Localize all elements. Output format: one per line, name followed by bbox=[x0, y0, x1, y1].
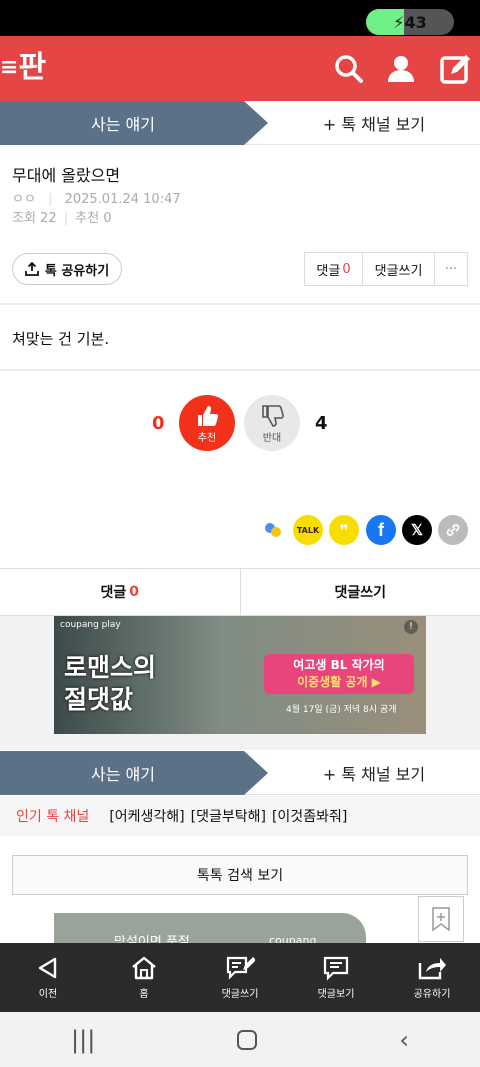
kakaotalk-icon[interactable]: TALK bbox=[293, 515, 323, 545]
home-system-icon[interactable] bbox=[237, 1029, 258, 1050]
ad-tagline1: 여고생 BL 작가의 bbox=[293, 658, 385, 672]
recommend-label: 추천 bbox=[197, 432, 217, 444]
stats-divider: | bbox=[63, 211, 69, 226]
oppose-count: 4 bbox=[315, 413, 328, 434]
ad-tagline2: 이중생활 공개 ▶ bbox=[297, 675, 381, 689]
status-bar: ⚡43 bbox=[0, 0, 480, 36]
tab-channel[interactable]: 사는 얘기 bbox=[0, 101, 268, 145]
write-comment-icon bbox=[226, 956, 255, 980]
link-icon[interactable] bbox=[438, 515, 468, 545]
ad-banner[interactable]: coupang play ! 로맨스의 절댓값 여고생 BL 작가의 이중생활 … bbox=[54, 616, 426, 734]
home-icon bbox=[132, 956, 156, 980]
post-meta: ㅇㅇ | 2025.01.24 10:47 bbox=[12, 188, 181, 207]
bookmark-icon bbox=[432, 907, 450, 932]
comments-count: 0 bbox=[342, 261, 351, 277]
write-comment-button[interactable]: 댓글쓰기 bbox=[363, 253, 435, 285]
nav-home[interactable]: 홈 bbox=[96, 943, 192, 1012]
user-icon[interactable] bbox=[385, 53, 417, 85]
battery-indicator: ⚡43 bbox=[366, 9, 454, 35]
comments-button[interactable]: 댓글 0 bbox=[305, 253, 363, 285]
post-stats: 조회 22 | 추천 0 bbox=[12, 207, 112, 226]
kakaotalk-label: TALK bbox=[296, 525, 320, 535]
nav-home-label: 홈 bbox=[139, 989, 149, 1000]
menu-logo-button[interactable]: ≡판 bbox=[0, 48, 56, 88]
nav-share-label: 공유하기 bbox=[413, 989, 451, 1000]
search-button[interactable]: 톡톡 검색 보기 bbox=[12, 855, 468, 895]
share-button[interactable]: 톡 공유하기 bbox=[12, 253, 122, 285]
facebook-icon[interactable]: f bbox=[366, 515, 396, 545]
battery-level-text: ⚡43 bbox=[393, 12, 427, 32]
nav-back-label: 이전 bbox=[38, 989, 58, 1000]
nav-back[interactable]: 이전 bbox=[0, 943, 96, 1012]
ad-schedule: 4월 17일 (금) 저녁 8시 공개 bbox=[286, 705, 397, 715]
bottom-nav: 이전 홈 댓글쓰기 댓글보기 공유하기 bbox=[0, 943, 480, 1012]
divider bbox=[0, 369, 480, 371]
write-comment-tab[interactable]: 댓글쓰기 bbox=[241, 569, 480, 615]
popular-item[interactable]: [이것좀봐줘] bbox=[272, 806, 347, 826]
tab-channel-bottom[interactable]: 사는 얘기 bbox=[0, 751, 268, 795]
post-views: 조회 22 bbox=[12, 211, 57, 226]
ad-tagline-box: 여고생 BL 작가의 이중생활 공개 ▶ bbox=[264, 654, 414, 694]
kakaostory-glyph bbox=[265, 523, 281, 537]
thumbs-up-icon bbox=[198, 405, 219, 426]
comments-tab-label: 댓글 bbox=[100, 585, 127, 601]
share-label: 톡 공유하기 bbox=[44, 263, 110, 279]
back-icon bbox=[38, 957, 57, 979]
write-icon[interactable] bbox=[439, 53, 471, 85]
nav-view-comments-label: 댓글보기 bbox=[317, 989, 355, 1000]
link-glyph bbox=[446, 524, 460, 536]
recommend-count: 0 bbox=[152, 413, 165, 434]
comments-tab-count: 0 bbox=[129, 584, 139, 600]
comments-label: 댓글 bbox=[316, 263, 341, 279]
tab-view-channel-bottom[interactable]: + 톡 채널 보기 bbox=[268, 751, 480, 794]
ad-info-icon[interactable]: ! bbox=[404, 620, 418, 634]
post-recommends: 추천 0 bbox=[75, 211, 112, 226]
post-date: 2025.01.24 10:47 bbox=[64, 192, 181, 207]
share-icon bbox=[24, 262, 39, 276]
logo-text: 판 bbox=[18, 50, 47, 85]
popular-item[interactable]: [어케생각해] bbox=[109, 806, 184, 826]
meta-divider: | bbox=[48, 192, 53, 207]
nav-write-comment[interactable]: 댓글쓰기 bbox=[192, 943, 288, 1012]
nav-view-comments[interactable]: 댓글보기 bbox=[288, 943, 384, 1012]
post-title: 무대에 올랐으면 bbox=[12, 166, 121, 185]
more-button[interactable]: ··· bbox=[435, 253, 467, 285]
tab-view-channel[interactable]: + 톡 채널 보기 bbox=[268, 101, 480, 144]
channel-tab-bar: 사는 얘기 + 톡 채널 보기 bbox=[0, 101, 480, 145]
divider bbox=[0, 303, 480, 305]
bookmark-button[interactable] bbox=[418, 896, 464, 942]
nav-share[interactable]: 공유하기 bbox=[384, 943, 480, 1012]
oppose-button[interactable]: 반대 bbox=[244, 395, 300, 451]
thumbs-down-icon bbox=[262, 404, 284, 427]
kakao-page-icon[interactable]: ❞ bbox=[329, 515, 359, 545]
ad-banner-2[interactable]: 망설이면 품절 coupang bbox=[54, 913, 366, 950]
share-nav-icon bbox=[418, 958, 446, 980]
menu-icon: ≡ bbox=[0, 55, 19, 80]
view-comments-icon bbox=[323, 956, 349, 981]
post-author[interactable]: ㅇㅇ bbox=[12, 192, 36, 207]
comments-tab[interactable]: 댓글 0 bbox=[0, 569, 241, 615]
oppose-label: 반대 bbox=[262, 432, 282, 444]
popular-channels: 인기 톡 채널 [어케생각해] [댓글부탁해] [이것좀봐줘] bbox=[0, 796, 480, 836]
ad-brand: coupang play bbox=[60, 620, 121, 630]
nav-write-comment-label: 댓글쓰기 bbox=[221, 989, 259, 1000]
ad-title-line1: 로맨스의 bbox=[64, 653, 157, 682]
popular-item[interactable]: [댓글부탁해] bbox=[191, 806, 266, 826]
comment-buttons: 댓글 0 댓글쓰기 ··· bbox=[304, 252, 468, 286]
ad-title-line2: 절댓값 bbox=[64, 685, 134, 714]
kakaostory-icon[interactable] bbox=[258, 515, 288, 545]
back-system-icon[interactable]: ‹ bbox=[399, 1026, 409, 1054]
search-icon[interactable] bbox=[333, 53, 365, 85]
recommend-button[interactable]: 추천 bbox=[179, 395, 235, 451]
system-nav-bar: ||| ‹ bbox=[0, 1012, 480, 1067]
comment-bar: 댓글 0 댓글쓰기 bbox=[0, 568, 480, 616]
popular-label: 인기 톡 채널 bbox=[16, 809, 90, 825]
channel-tab-bar-bottom: 사는 얘기 + 톡 채널 보기 bbox=[0, 751, 480, 795]
post-body: 쳐맞는 건 기본. bbox=[12, 330, 110, 348]
recent-apps-icon[interactable]: ||| bbox=[71, 1026, 95, 1054]
x-twitter-icon[interactable]: 𝕏 bbox=[402, 515, 432, 545]
